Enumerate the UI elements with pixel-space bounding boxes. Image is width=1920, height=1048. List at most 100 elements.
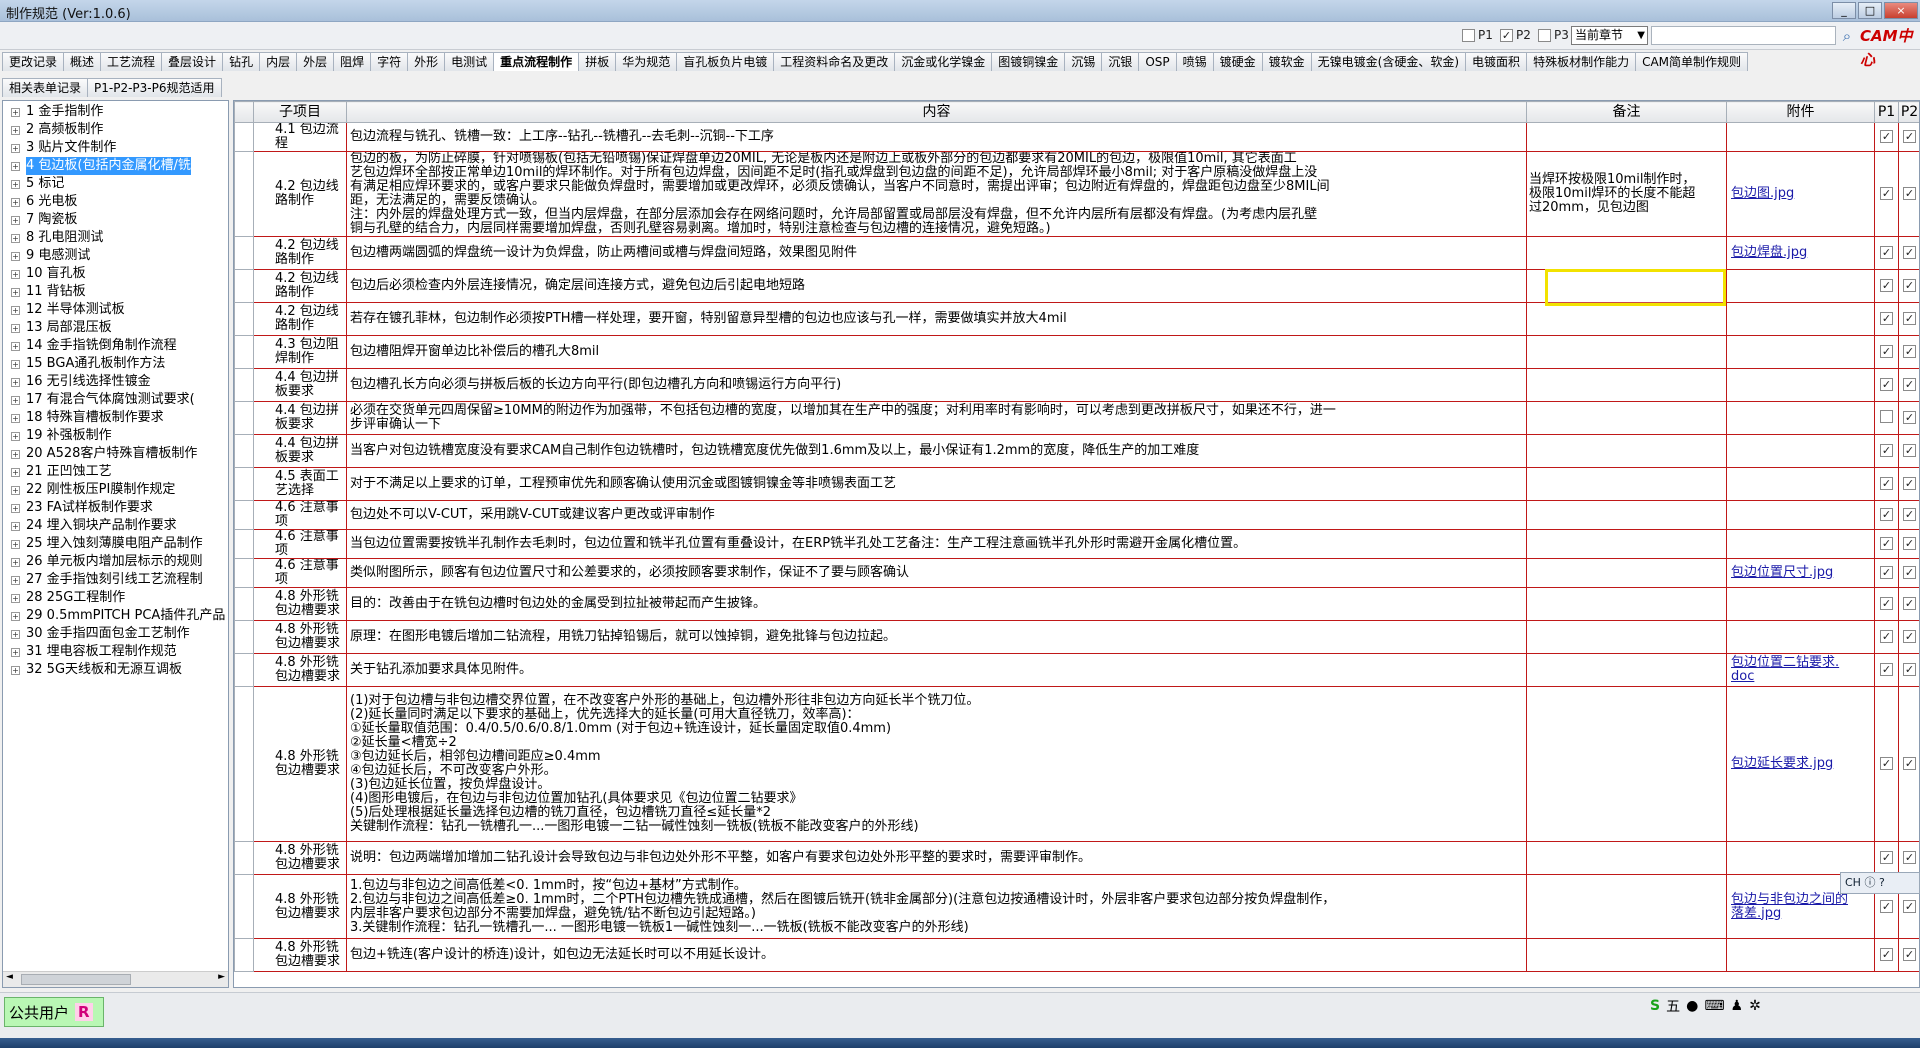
cell-sub-item[interactable]: 4.8 外形铣包边槽要求 [253, 938, 347, 972]
cell-attachment-line[interactable]: 包边位置尺寸.jpg [1731, 566, 1870, 580]
cell-attachment[interactable]: 包边焊盘.jpg [1726, 236, 1875, 270]
row-header[interactable] [234, 122, 254, 152]
checkbox-checked-icon[interactable]: ✓ [1880, 279, 1893, 292]
checkbox-checked-icon[interactable]: ✓ [1880, 537, 1893, 550]
row-header[interactable] [234, 434, 254, 468]
scrollbar-thumb[interactable] [21, 974, 131, 985]
p2-filter-checkbox[interactable]: ✓ P2 [1500, 28, 1531, 42]
cell-sub-item[interactable]: 4.4 包边拼板要求 [253, 401, 347, 435]
checkbox-checked-icon[interactable]: ✓ [1903, 663, 1916, 676]
cell-attachment-line[interactable]: 包边焊盘.jpg [1731, 246, 1870, 260]
cell-content[interactable]: 关于钻孔添加要求具体见附件。 [346, 653, 1527, 687]
cell-content[interactable]: 包边槽阻焊开窗单边比补偿后的槽孔大8mil [346, 335, 1527, 369]
expand-icon[interactable]: + [11, 395, 20, 405]
checkbox-checked-icon[interactable]: ✓ [1903, 312, 1916, 325]
cell-note[interactable] [1526, 587, 1727, 621]
tab-8[interactable]: 字符 [370, 52, 409, 71]
tree-item[interactable]: +19 补强板制作 [3, 427, 228, 445]
keyboard-icon[interactable]: ⌨ [1704, 998, 1724, 1014]
checkbox-checked-icon[interactable]: ✓ [1903, 130, 1916, 143]
chapter-select[interactable]: 当前章节 ▼ [1571, 26, 1648, 45]
tree-item[interactable]: +31 埋电容板工程制作规范 [3, 643, 228, 661]
checkbox-checked-icon[interactable]: ✓ [1880, 851, 1893, 864]
cell-attachment-line[interactable]: 包边与非包边之间的 [1731, 892, 1870, 907]
row-header[interactable] [234, 841, 254, 875]
expand-icon[interactable]: + [11, 107, 20, 117]
cell-note[interactable] [1526, 529, 1727, 559]
moon-icon[interactable]: ● [1686, 998, 1698, 1014]
row-header[interactable] [234, 269, 254, 303]
row-header[interactable] [234, 874, 254, 939]
tab-7[interactable]: 阻焊 [333, 52, 372, 71]
cell-attachment[interactable] [1726, 434, 1875, 468]
cell-content[interactable]: 包边槽孔长方向必须与拼板后板的长边方向平行(即包边槽孔方向和喷锡运行方向平行) [346, 368, 1527, 402]
tree-item[interactable]: +6 光电板 [3, 193, 228, 211]
cell-note[interactable] [1526, 620, 1727, 654]
expand-icon[interactable]: + [11, 431, 20, 441]
cell-sub-item[interactable]: 4.8 外形铣包边槽要求 [253, 587, 347, 621]
checkbox-checked-icon[interactable]: ✓ [1880, 630, 1893, 643]
checkbox-checked-icon[interactable]: ✓ [1880, 477, 1893, 490]
tree-item[interactable]: +20 A528客户特殊盲槽板制作 [3, 445, 228, 463]
cell-attachment[interactable] [1726, 587, 1875, 621]
cell-content[interactable]: 类似附图所示，顾客有包边位置尺寸和公差要求的，必须按顾客要求制作，保证不了要与顾… [346, 558, 1527, 588]
checkbox-checked-icon[interactable]: ✓ [1903, 345, 1916, 358]
p3-filter-checkbox[interactable]: P3 [1538, 28, 1569, 42]
tree-item[interactable]: +2 高频板制作 [3, 121, 228, 139]
row-header[interactable] [234, 620, 254, 654]
cell-sub-item[interactable]: 4.8 外形铣包边槽要求 [253, 841, 347, 875]
tree-item[interactable]: +22 刚性板压PI膜制作规定 [3, 481, 228, 499]
expand-icon[interactable]: + [11, 233, 20, 243]
checkbox-icon[interactable] [1462, 28, 1475, 42]
tree-item[interactable]: +8 孔电阻测试 [3, 229, 228, 247]
cell-content[interactable]: 包边+铣连(客户设计的桥连)设计，如包边无法延长时可以不用延长设计。 [346, 938, 1527, 972]
cell-attachment-line[interactable]: 包边位置二钻要求. [1731, 656, 1870, 670]
cell-content[interactable]: 包边槽两端圆弧的焊盘统一设计为负焊盘，防止两槽间或槽与焊盘间短路，效果图见附件 [346, 236, 1527, 270]
tree-item[interactable]: +23 FA试样板制作要求 [3, 499, 228, 517]
cell-sub-item[interactable]: 4.6 注意事项 [253, 500, 347, 530]
cell-sub-item[interactable]: 4.5 表面工艺选择 [253, 467, 347, 501]
expand-icon[interactable]: + [11, 575, 20, 585]
checkbox-checked-icon[interactable]: ✓ [1903, 597, 1916, 610]
cell-sub-item[interactable]: 4.4 包边拼板要求 [253, 368, 347, 402]
maximize-button[interactable]: □ [1858, 2, 1882, 19]
checkbox-checked-icon[interactable]: ✓ [1903, 851, 1916, 864]
checkbox-checked-icon[interactable]: ✓ [1903, 378, 1916, 391]
checkbox-checked-icon[interactable]: ✓ [1903, 444, 1916, 457]
col-header-sub[interactable]: 子项目 [253, 101, 347, 123]
row-header[interactable] [234, 558, 254, 588]
tab-3[interactable]: 叠层设计 [161, 52, 224, 71]
expand-icon[interactable]: + [11, 377, 20, 387]
cell-content[interactable]: 原理：在图形电镀后增加二钻流程，用铣刀钻掉铅锡后，就可以蚀掉铜，避免批锋与包边拉… [346, 620, 1527, 654]
cell-note[interactable]: 当焊环按极限10mil制作时， 极限10mil焊环的长度不能超 过20mm，见包边图 [1526, 151, 1727, 237]
expand-icon[interactable]: + [11, 179, 20, 189]
expand-icon[interactable]: + [11, 323, 20, 333]
cell-sub-item[interactable]: 4.2 包边线路制作 [253, 236, 347, 270]
checkbox-icon[interactable] [1538, 28, 1551, 42]
cell-content[interactable]: 若存在镀孔菲林，包边制作必须按PTH槽一样处理，要开窗，特别留意异型槽的包边也应… [346, 302, 1527, 336]
cell-note[interactable] [1526, 122, 1727, 152]
tree-item[interactable]: +11 背钻板 [3, 283, 228, 301]
scroll-right-icon[interactable]: ► [218, 972, 225, 982]
tab-12[interactable]: 拼板 [578, 52, 617, 71]
checkbox-checked-icon[interactable]: ✓ [1500, 28, 1513, 42]
cell-sub-item[interactable]: 4.8 外形铣包边槽要求 [253, 653, 347, 687]
checkbox-icon[interactable] [1880, 409, 1893, 423]
tab-26[interactable]: 特殊板材制作能力 [1526, 52, 1637, 71]
tree-item[interactable]: +18 特殊盲槽板制作要求 [3, 409, 228, 427]
cell-attachment[interactable] [1726, 500, 1875, 530]
expand-icon[interactable]: + [11, 269, 20, 279]
cell-attachment[interactable] [1726, 302, 1875, 336]
tab-20[interactable]: OSP [1138, 52, 1177, 71]
tree-item[interactable]: +16 无引线选择性镀金 [3, 373, 228, 391]
row-header[interactable] [234, 467, 254, 501]
cell-attachment[interactable] [1726, 335, 1875, 369]
checkbox-checked-icon[interactable]: ✓ [1880, 444, 1893, 457]
tab-18[interactable]: 沉锡 [1064, 52, 1103, 71]
cell-attachment[interactable]: 包边位置尺寸.jpg [1726, 558, 1875, 588]
expand-icon[interactable]: + [11, 467, 20, 477]
cell-note[interactable] [1526, 302, 1727, 336]
checkbox-checked-icon[interactable]: ✓ [1880, 130, 1893, 143]
col-header-attachment[interactable]: 附件 [1726, 101, 1875, 123]
tree-item[interactable]: +12 半导体测试板 [3, 301, 228, 319]
